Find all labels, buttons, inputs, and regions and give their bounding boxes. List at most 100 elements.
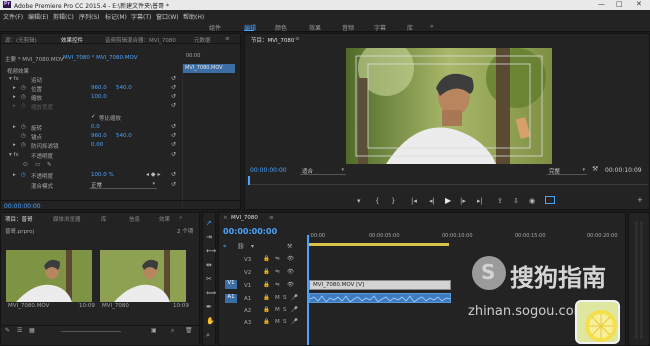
blend-reset-icon[interactable]: ↺ <box>171 181 176 188</box>
zoom-tool-icon[interactable]: ⌕ <box>206 331 210 340</box>
timeline-timecode[interactable]: 00:00:00:00 <box>223 227 277 236</box>
stopwatch-icon[interactable]: ◷ <box>21 94 26 100</box>
scale-reset-icon[interactable]: ↺ <box>171 93 176 100</box>
project-thumb[interactable] <box>6 250 92 302</box>
position-y-value[interactable]: 540.0 <box>116 85 132 91</box>
tab-project[interactable]: 项目：普哥 <box>5 215 33 223</box>
tab-metadata[interactable]: 元数据 <box>194 36 211 44</box>
menu-window[interactable]: 窗口(W) <box>156 12 179 21</box>
camera-icon[interactable]: ◉ <box>529 197 535 205</box>
stopwatch-icon[interactable]: ◷ <box>21 142 26 148</box>
program-playhead[interactable] <box>248 176 250 185</box>
razor-tool-icon[interactable]: ✂ <box>206 275 212 283</box>
eye-icon[interactable]: 👁 <box>287 282 294 288</box>
stopwatch-icon[interactable]: ◷ <box>21 124 26 130</box>
rolling-edit-tool-icon[interactable]: ⇹ <box>206 261 212 269</box>
tab-sequence[interactable]: MVI_7080 <box>231 215 258 221</box>
workspace-effects[interactable]: 效果 <box>309 23 321 32</box>
blend-mode-select[interactable]: 正常 ▾ <box>89 181 157 189</box>
flicker-reset-icon[interactable]: ↺ <box>171 141 176 148</box>
lock-icon[interactable]: 🔒 <box>263 282 270 288</box>
motion-reset-icon[interactable]: ↺ <box>171 75 176 82</box>
master-clip-label[interactable]: 主要 * MVI_7080.MOV <box>5 55 64 63</box>
source-patch-v1[interactable]: V1 <box>225 280 237 289</box>
snap-icon[interactable]: ⌖ <box>223 243 226 251</box>
stopwatch-icon[interactable]: ◷ <box>21 172 26 178</box>
lock-icon[interactable]: 🔒 <box>263 269 270 275</box>
mute-button[interactable]: M <box>275 307 280 313</box>
menu-marker[interactable]: 标记(M) <box>105 12 127 21</box>
hand-tool-icon[interactable]: ✋ <box>206 317 215 325</box>
sync-lock-icon[interactable]: ⇋ <box>275 256 280 262</box>
pencil-icon[interactable]: ✎ <box>5 327 10 334</box>
project-thumb[interactable] <box>100 250 186 302</box>
lock-icon[interactable]: 🔒 <box>263 256 270 262</box>
plus-icon[interactable]: + <box>637 196 643 204</box>
timeline-ruler[interactable]: :00:00 00:00:05:00 00:00:10:00 00:00:15:… <box>307 233 627 247</box>
solo-button[interactable]: S <box>283 307 287 313</box>
source-patch-a1[interactable]: A1 <box>225 294 237 303</box>
lock-icon[interactable]: 🔒 <box>263 319 270 325</box>
panel-menu-icon[interactable]: ≡ <box>225 36 230 42</box>
tab-effects[interactable]: 效果 <box>159 215 170 223</box>
opacity-expand-icon[interactable]: ▸ <box>13 172 16 178</box>
slip-tool-icon[interactable]: ⟺ <box>206 289 216 297</box>
fit-select[interactable]: 适合 ▾ <box>300 167 346 175</box>
ec-clip-bar[interactable]: MVI_7080.MOV <box>183 64 235 73</box>
work-area-bar[interactable] <box>307 243 449 246</box>
eye-icon[interactable]: 👁 <box>287 256 294 262</box>
timeline-wrench-icon[interactable]: ⚒ <box>287 243 292 250</box>
add-marker-icon[interactable]: ▾ <box>357 197 361 205</box>
scale-value[interactable]: 100.0 <box>91 94 107 100</box>
tab-libraries[interactable]: 库 <box>101 215 107 223</box>
menu-title[interactable]: 字幕(T) <box>131 12 151 21</box>
play-icon[interactable]: ▶ <box>445 196 451 205</box>
go-to-out-icon[interactable]: ▸| <box>477 197 483 205</box>
uniform-scale-checkbox[interactable]: ✓ <box>91 114 96 120</box>
program-timecode[interactable]: 00:00:00:00 <box>250 167 287 174</box>
quality-select[interactable]: 完整 ▾ <box>547 167 587 175</box>
workspace-libraries[interactable]: 库 <box>407 23 413 32</box>
step-back-icon[interactable]: ◂| <box>429 197 435 205</box>
ripple-edit-tool-icon[interactable]: ⟷ <box>206 247 216 255</box>
tab-effect-controls[interactable]: 效果控件 <box>61 36 83 44</box>
audio-clip[interactable] <box>309 293 451 303</box>
lock-icon[interactable]: 🔒 <box>263 307 270 313</box>
tab-more[interactable]: » <box>179 215 182 221</box>
maximize-button[interactable]: □ <box>616 0 623 8</box>
position-x-value[interactable]: 960.0 <box>91 85 107 91</box>
minimize-button[interactable]: — <box>598 0 605 8</box>
microphone-icon[interactable]: 🎤 <box>291 295 298 301</box>
rotation-expand-icon[interactable]: ▸ <box>13 124 16 130</box>
linked-selection-icon[interactable]: ⛓ <box>237 243 245 250</box>
scale-expand-icon[interactable]: ▸ <box>13 94 16 100</box>
safe-margins-icon[interactable] <box>545 196 555 204</box>
track-select-tool-icon[interactable]: ⇥ <box>206 233 212 241</box>
flicker-expand-icon[interactable]: ▸ <box>13 142 16 148</box>
clip-selector[interactable]: MVI_7080 * MVI_7080.MOV <box>63 55 138 61</box>
anchor-x-value[interactable]: 960.0 <box>91 133 107 139</box>
scale-width-reset-icon[interactable]: ↺ <box>171 102 176 109</box>
eye-icon[interactable]: 👁 <box>287 269 294 275</box>
mark-out-icon[interactable]: } <box>391 197 395 205</box>
timeline-menu-icon[interactable]: ≡ <box>269 215 274 221</box>
search-icon[interactable]: ⌕ <box>171 327 174 335</box>
wrench-icon[interactable]: ⚒ <box>592 165 598 173</box>
menu-edit[interactable]: 编辑(E) <box>28 12 48 21</box>
pen-tool-icon[interactable]: ✒ <box>206 303 212 311</box>
opacity-reset-icon[interactable]: ↺ <box>171 151 176 158</box>
rotation-reset-icon[interactable]: ↺ <box>171 123 176 130</box>
ellipse-mask-icon[interactable]: ⬭ <box>23 162 28 169</box>
menu-file[interactable]: 文件(F) <box>3 12 23 21</box>
position-reset-icon[interactable]: ↺ <box>171 84 176 91</box>
workspace-audio[interactable]: 音频 <box>342 23 354 32</box>
mark-in-icon[interactable]: { <box>375 197 379 205</box>
add-marker-icon[interactable]: ▾ <box>251 243 254 250</box>
tab-media-browser[interactable]: 媒体浏览器 <box>53 215 81 223</box>
workspace-more[interactable]: » <box>430 23 434 30</box>
opacity-toggle[interactable]: ▾ fx <box>9 152 19 158</box>
rotation-value[interactable]: 0.0 <box>91 124 100 130</box>
anchor-y-value[interactable]: 540.0 <box>116 133 132 139</box>
menu-help[interactable]: 帮助(H) <box>183 12 204 21</box>
workspace-assembly[interactable]: 组件 <box>209 23 221 32</box>
